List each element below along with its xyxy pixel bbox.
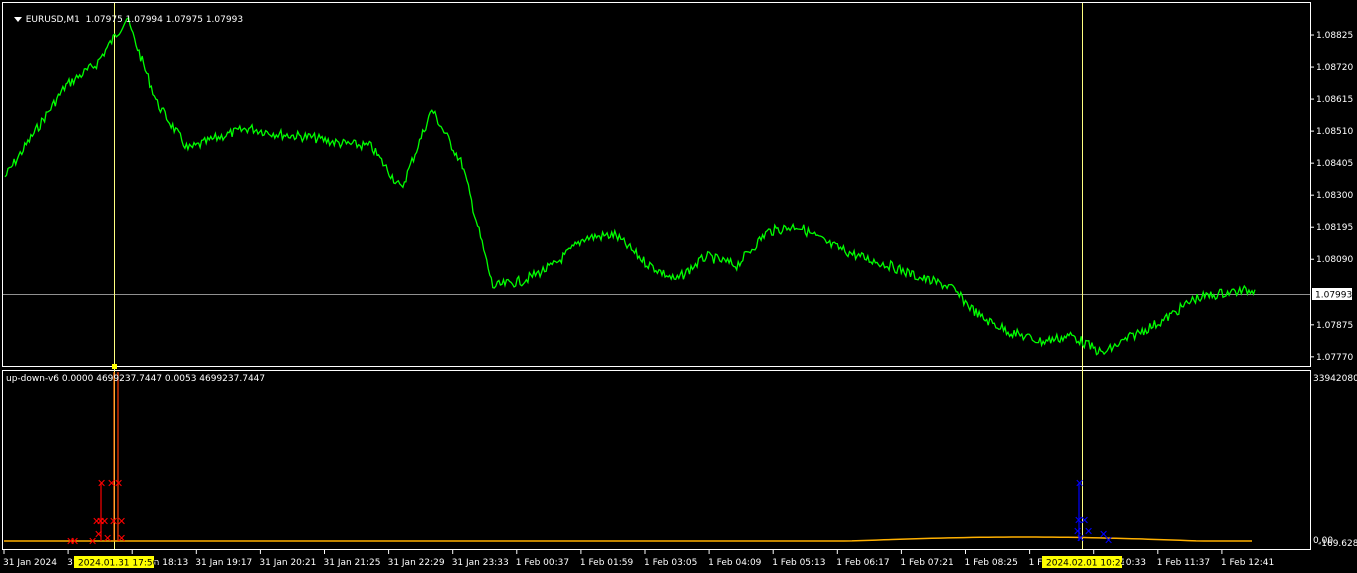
price-tick-label: 1.08825	[1316, 31, 1353, 41]
price-tick-label: 1.08510	[1316, 127, 1353, 137]
indicator-top-value: 33942080	[1313, 374, 1357, 384]
svg-text:2024.01.31 17:56: 2024.01.31 17:56	[78, 559, 159, 569]
crosshair-time-label-1: 2024.01.31 17:56	[74, 556, 159, 569]
signal-red-x: ✕	[114, 477, 123, 490]
price-tick-label: 1.07770	[1316, 353, 1353, 363]
chevron-down-icon[interactable]	[13, 16, 22, 22]
signal-red-x: ✕	[70, 535, 79, 548]
time-tick-label: 1 Feb 06:17	[836, 558, 889, 568]
signal-red-x: ✕	[97, 477, 106, 490]
crosshair-time-label-2: 2024.02.01 10:24	[1042, 556, 1127, 569]
time-tick-label: 1 Feb 01:59	[580, 558, 634, 568]
current-price-box: 1.07993	[1312, 288, 1352, 301]
time-tick-label: 1 Feb 07:21	[900, 558, 953, 568]
time-tick-label: 31 Jan 19:17	[195, 558, 252, 568]
indicator-legend: up-down-v6 0.0000 4699237.7447 0.0053 46…	[6, 374, 266, 384]
price-axis: 1.08825 1.08720 1.08615 1.08510 1.08405 1.083…	[1310, 31, 1353, 363]
price-tick-label: 1.08195	[1316, 223, 1353, 233]
time-tick-label: 1 Feb 03:05	[644, 558, 697, 568]
price-tick-label: 1.08405	[1316, 159, 1353, 169]
time-tick-label: 31 Jan 2024	[3, 558, 57, 568]
signal-red-x: ✕	[117, 515, 126, 528]
time-tick-label: 31 Jan 22:29	[388, 558, 445, 568]
price-tick-label: 1.08090	[1316, 255, 1353, 265]
chart-canvas[interactable]: 1.08825 1.08720 1.08615 1.08510 1.08405 1.083…	[0, 0, 1357, 573]
crosshair-marker	[112, 364, 117, 369]
time-tick-label: 1 Feb 11:37	[1157, 558, 1210, 568]
signal-red-x: ✕	[103, 532, 112, 545]
time-tick-label: 1 Feb 12:41	[1221, 558, 1274, 568]
signal-blue-x: ✕	[1084, 525, 1093, 538]
signal-blue-x: ✕	[1104, 534, 1113, 547]
signal-red-x: ✕	[94, 528, 103, 541]
time-tick-label: 1 Feb 04:09	[708, 558, 762, 568]
time-tick-label: 31 Jan 23:33	[452, 558, 509, 568]
price-tick-label: 1.07875	[1316, 321, 1353, 331]
time-tick-label: 1 Feb 00:37	[516, 558, 569, 568]
price-tick-label: 1.08615	[1316, 95, 1353, 105]
svg-text:2024.02.01 10:24: 2024.02.01 10:24	[1046, 559, 1127, 569]
time-tick-label: 31 Jan 21:25	[324, 558, 381, 568]
signal-red-x: ✕	[117, 532, 126, 545]
indicator-baseline	[4, 536, 1252, 542]
price-line-series	[4, 16, 1256, 356]
time-tick-label: 1 Feb 05:13	[772, 558, 825, 568]
time-tick-label: 1 Feb 08:25	[965, 558, 1018, 568]
main-legend[interactable]: EURUSD,M1 1.07975 1.07994 1.07975 1.0799…	[6, 5, 243, 25]
time-tick-label: 31 Jan 20:21	[259, 558, 316, 568]
indicator-zero-value: 0.00	[1313, 536, 1333, 546]
price-tick-label: 1.08300	[1316, 191, 1353, 201]
main-panel-frame	[2, 2, 1311, 367]
signal-red-x: ✕	[100, 515, 109, 528]
signal-blue-x: ✕	[1076, 532, 1085, 545]
ohlc-values: 1.07975 1.07994 1.07975 1.07993	[85, 15, 244, 25]
price-tick-label: 1.08720	[1316, 63, 1353, 73]
symbol-label: EURUSD,M1	[25, 15, 80, 25]
indicator-signals: ✕✕ ✕✕✕✕✕✕✕✕✕✕✕✕✕✕✕✕ ✕✕ ✕✕	[66, 364, 1113, 548]
indicator-panel-frame	[2, 370, 1311, 550]
current-price-label: 1.07993	[1315, 291, 1352, 301]
signal-blue-x: ✕	[1075, 477, 1084, 490]
